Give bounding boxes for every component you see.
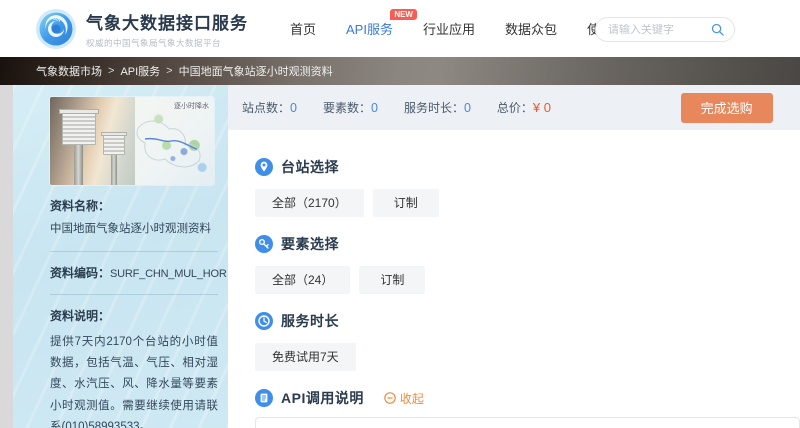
dataset-code-value: SURF_CHN_MUL_HOR [110, 268, 227, 280]
nav-item-api-services[interactable]: API服务 NEW [346, 19, 393, 38]
stat-elements-value: 0 [371, 101, 378, 115]
selection-stats-bar: 站点数：0 要素数：0 服务时长：0 总价：¥ 0 完成选购 [228, 85, 800, 130]
dataset-code-label: 资料编码： [50, 266, 110, 280]
dataset-image: 逐小时降水 [50, 97, 214, 185]
collapse-link[interactable]: 收起 [384, 390, 424, 407]
site-logo[interactable]: data 气象大数据接口服务 权威的中国气象局气象大数据平台 [35, 8, 248, 50]
api-code-box: http://api.data.cma.cn:8090/api?userId=<… [255, 417, 800, 428]
free-trial-button[interactable]: 免费试用7天 [255, 343, 356, 371]
dataset-desc-value: 提供7天内2170个台站的小时值数据，包括气温、气压、相对湿度、水汽压、风、降水… [50, 332, 218, 428]
key-icon [255, 235, 273, 253]
dataset-sidebar: 逐小时降水 资料名称： 中国地面气象站逐小时观测资料 资料编码：SURF_CHN… [13, 85, 228, 428]
section-station-selection: 台站选择 全部（2170） 订制 [255, 157, 800, 217]
stat-total-price-value: ¥ 0 [533, 100, 551, 115]
nav-item-crowdsource[interactable]: 数据众包 [505, 19, 557, 38]
divider [50, 251, 218, 252]
document-icon [255, 389, 273, 407]
new-badge: NEW [390, 9, 417, 20]
divider [50, 294, 218, 295]
section-title-elements: 要素选择 [281, 234, 339, 254]
app-header: data 气象大数据接口服务 权威的中国气象局气象大数据平台 首页 API服务 … [0, 0, 800, 57]
page-banner: 气象数据市场 > API服务 > 中国地面气象站逐小时观测资料 [0, 57, 800, 85]
stat-duration-value: 0 [464, 101, 471, 115]
stat-elements: 要素数：0 [323, 99, 378, 116]
stat-total-price: 总价：¥ 0 [497, 99, 551, 116]
section-title-api: API调用说明 [281, 388, 364, 408]
breadcrumb-separator: > [108, 65, 114, 77]
map-caption: 逐小时降水 [174, 101, 209, 111]
weather-station-photo [50, 97, 135, 185]
breadcrumb-separator: > [166, 65, 172, 77]
breadcrumb: 气象数据市场 > API服务 > 中国地面气象站逐小时观测资料 [36, 63, 333, 79]
checkout-button[interactable]: 完成选购 [681, 93, 773, 123]
nav-item-home[interactable]: 首页 [290, 19, 316, 38]
search-input[interactable] [608, 24, 711, 36]
section-title-station: 台站选择 [281, 157, 339, 177]
station-all-button[interactable]: 全部（2170） [255, 189, 364, 217]
dataset-name-value: 中国地面气象站逐小时观测资料 [50, 221, 218, 239]
stat-stations-value: 0 [290, 101, 297, 115]
stat-stations: 站点数：0 [242, 99, 297, 116]
site-title: 气象大数据接口服务 [86, 9, 248, 34]
breadcrumb-current: 中国地面气象站逐小时观测资料 [179, 63, 333, 79]
station-custom-button[interactable]: 订制 [373, 189, 439, 217]
breadcrumb-market[interactable]: 气象数据市场 [36, 63, 102, 79]
main-panel: 站点数：0 要素数：0 服务时长：0 总价：¥ 0 完成选购 台站选择 全部（2… [228, 85, 800, 428]
content-row: 逐小时降水 资料名称： 中国地面气象站逐小时观测资料 资料编码：SURF_CHN… [13, 85, 743, 428]
section-api-usage: API调用说明 收起 http://api.data.cma.cn:8090/a… [255, 388, 800, 428]
clock-icon [255, 312, 273, 330]
precipitation-map: 逐小时降水 [135, 97, 214, 185]
stat-duration: 服务时长：0 [404, 99, 471, 116]
site-subtitle: 权威的中国气象局气象大数据平台 [86, 37, 248, 49]
elements-custom-button[interactable]: 订制 [359, 266, 425, 294]
section-element-selection: 要素选择 全部（24） 订制 [255, 234, 800, 294]
section-service-duration: 服务时长 免费试用7天 [255, 311, 800, 371]
logo-swirl-icon: data [35, 8, 77, 50]
search-box[interactable] [595, 17, 735, 42]
main-nav: 首页 API服务 NEW 行业应用 数据众包 使用说明 [290, 19, 639, 38]
search-icon[interactable] [711, 23, 724, 36]
nav-item-industry[interactable]: 行业应用 [423, 19, 475, 38]
elements-all-button[interactable]: 全部（24） [255, 266, 350, 294]
section-title-duration: 服务时长 [281, 311, 339, 331]
station-pin-icon [255, 158, 273, 176]
dataset-name-label: 资料名称： [50, 197, 218, 214]
breadcrumb-api[interactable]: API服务 [120, 63, 160, 79]
minus-circle-icon [384, 392, 396, 404]
dataset-desc-label: 资料说明： [50, 307, 218, 324]
